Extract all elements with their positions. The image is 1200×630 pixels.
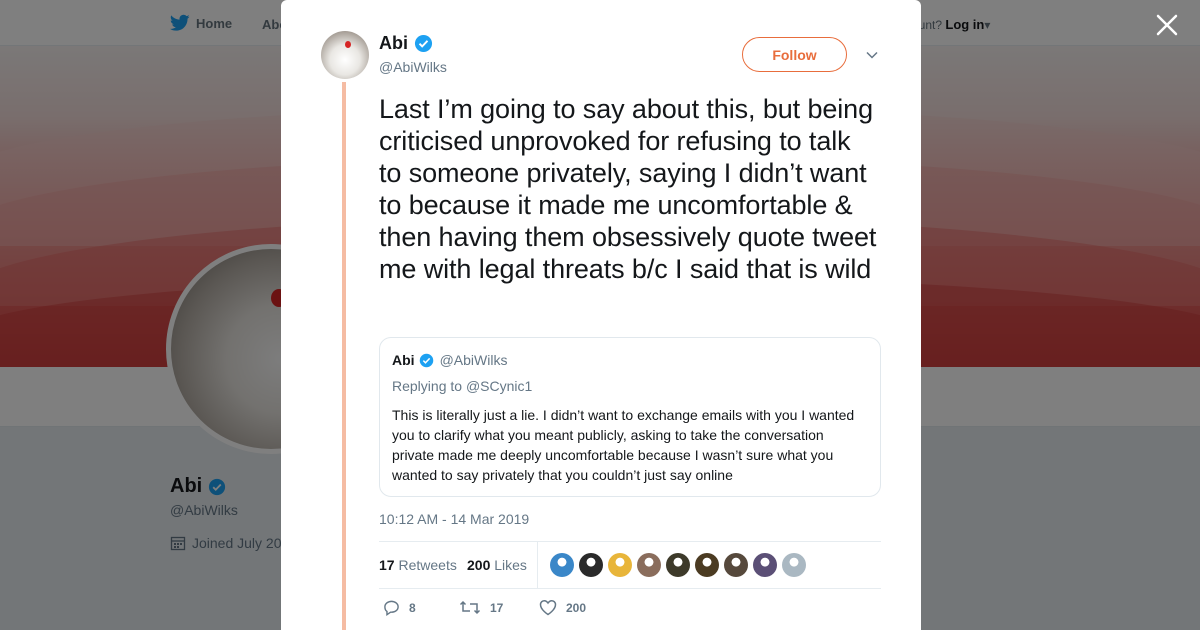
like-count: 200: [566, 600, 587, 615]
verified-badge-icon: [414, 34, 433, 53]
reply-icon: [384, 600, 399, 616]
author-avatar[interactable]: [321, 31, 369, 79]
likes-stat[interactable]: 200 Likes: [467, 557, 527, 573]
retweet-button[interactable]: 17: [459, 599, 503, 616]
retweet-icon: [459, 600, 481, 615]
liker-avatar[interactable]: [579, 553, 603, 577]
quoted-text: This is literally just a lie. I didn’t w…: [392, 407, 855, 483]
chevron-down-icon[interactable]: [865, 48, 879, 62]
tweet-stats: 17 Retweets 200 Likes: [379, 541, 881, 589]
liker-avatar[interactable]: [782, 553, 806, 577]
reply-count: 8: [409, 600, 416, 615]
replying-to: Replying to @SCynic1: [392, 378, 533, 394]
quoted-author: Abi @AbiWilks: [392, 352, 508, 368]
thread-line: [342, 82, 346, 630]
tweet-modal: Abi @AbiWilks Follow Last I’m going to s…: [281, 0, 921, 630]
author-name[interactable]: Abi: [379, 33, 433, 54]
liker-avatar[interactable]: [753, 553, 777, 577]
tweet-text: Last I’m going to say about this, but be…: [379, 94, 877, 284]
liker-avatar[interactable]: [608, 553, 632, 577]
like-button[interactable]: 200: [539, 599, 586, 616]
reply-button[interactable]: 8: [383, 599, 416, 616]
close-icon[interactable]: [1154, 12, 1180, 38]
retweets-stat[interactable]: 17 Retweets: [379, 557, 457, 573]
quoted-tweet[interactable]: Abi @AbiWilks Replying to @SCynic1 This …: [379, 337, 881, 497]
liker-avatars: [550, 553, 806, 577]
liker-avatar[interactable]: [724, 553, 748, 577]
author-handle[interactable]: @AbiWilks: [379, 59, 447, 75]
heart-icon: [539, 599, 557, 616]
mention-link[interactable]: @SCynic1: [466, 378, 532, 394]
follow-button[interactable]: Follow: [742, 37, 847, 72]
retweet-count: 17: [490, 600, 504, 615]
liker-avatar[interactable]: [666, 553, 690, 577]
tweet-actions: 8 17 200: [379, 599, 779, 621]
verified-badge-icon: [419, 353, 433, 367]
quoted-handle: @AbiWilks: [439, 352, 508, 368]
liker-avatar[interactable]: [550, 553, 574, 577]
liker-avatar[interactable]: [695, 553, 719, 577]
liker-avatar[interactable]: [637, 553, 661, 577]
tweet-timestamp[interactable]: 10:12 AM - 14 Mar 2019: [379, 511, 529, 527]
